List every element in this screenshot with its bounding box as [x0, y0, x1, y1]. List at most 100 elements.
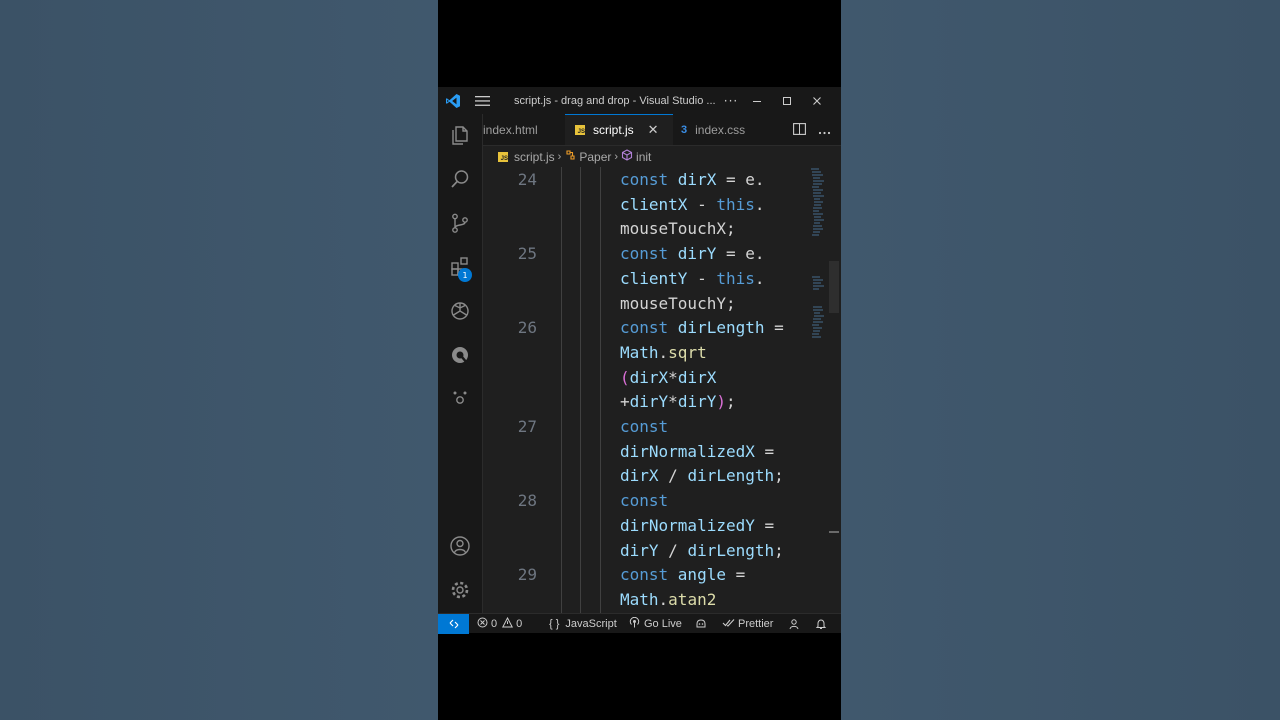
- accounts-icon[interactable]: [448, 534, 472, 558]
- javascript-file-icon: JS: [498, 151, 508, 162]
- tab-index-html[interactable]: index.html: [483, 114, 563, 145]
- tab-index-css[interactable]: 3 index.css: [681, 114, 781, 145]
- code-token: ;: [774, 540, 784, 560]
- code-token: clientY: [620, 268, 688, 288]
- code-token: -: [687, 268, 717, 288]
- code-line: const dirY = e.: [620, 244, 765, 263]
- code-token: ;: [725, 392, 736, 412]
- code-token: = e.: [716, 244, 765, 264]
- source-control-icon[interactable]: [448, 211, 472, 235]
- code-line: const angle =: [620, 565, 745, 584]
- code-token: dirX: [677, 367, 717, 387]
- vscode-window: script.js - drag and drop - Visual Studi…: [438, 87, 841, 634]
- code-editor[interactable]: 24 const dirX = e. clientX - this. mouseTou…: [483, 167, 841, 613]
- prettier-status[interactable]: Prettier: [722, 614, 773, 634]
- code-token: const: [620, 417, 669, 436]
- code-token: dirLength: [677, 318, 765, 338]
- code-line: const dirLength =: [620, 318, 784, 337]
- line-number: 28: [517, 491, 537, 511]
- code-token: =: [754, 441, 775, 461]
- scrollbar-thumb[interactable]: [829, 261, 839, 313]
- code-token: dirLength: [687, 466, 775, 486]
- code-line: clientX - this.: [620, 195, 765, 214]
- remote-indicator-icon[interactable]: [438, 614, 469, 634]
- code-line: mouseTouchX;: [620, 219, 736, 238]
- code-token: /: [658, 466, 688, 486]
- video-frame: script.js - drag and drop - Visual Studi…: [438, 0, 841, 720]
- indent-guide: [580, 167, 581, 613]
- quokka-icon[interactable]: [448, 343, 472, 367]
- window-title: script.js - drag and drop - Visual Studi…: [514, 94, 716, 107]
- indent-guide: [561, 167, 562, 613]
- bot-face-icon[interactable]: [448, 385, 472, 409]
- code-token: *: [668, 367, 678, 387]
- prettier-label: Prettier: [738, 618, 774, 630]
- error-count: 0: [491, 618, 498, 630]
- search-icon[interactable]: [448, 167, 472, 191]
- go-live-label: Go Live: [644, 618, 682, 630]
- code-token: dirNormalizedY: [620, 515, 755, 535]
- code-token: const: [620, 170, 678, 189]
- openai-icon[interactable]: [448, 299, 472, 323]
- code-token: Math: [620, 589, 659, 609]
- close-tab-icon[interactable]: ✕: [648, 122, 659, 138]
- line-number: 26: [517, 318, 537, 338]
- line-number: 29: [517, 565, 537, 585]
- class-icon: [564, 149, 576, 164]
- settings-gear-icon[interactable]: [448, 578, 472, 602]
- title-bar: script.js - drag and drop - Visual Studi…: [438, 87, 841, 114]
- more-editor-actions-icon[interactable]: [818, 120, 831, 139]
- explorer-icon[interactable]: [448, 123, 472, 147]
- background-left: [0, 0, 438, 720]
- line-number: 27: [517, 417, 537, 436]
- breadcrumb-file[interactable]: script.js: [514, 150, 555, 164]
- code-line: +dirY*dirY);: [620, 392, 736, 411]
- method-icon: [621, 149, 633, 164]
- code-line: const: [620, 491, 668, 510]
- code-line: dirX / dirLength;: [620, 466, 784, 485]
- minimize-icon[interactable]: [742, 87, 772, 114]
- code-line: const: [620, 417, 668, 436]
- tab-script-js[interactable]: JS script.js ✕: [565, 114, 673, 145]
- language-mode[interactable]: { } JavaScript: [549, 614, 617, 634]
- tab-label: script.js: [593, 123, 634, 137]
- code-token: angle: [677, 565, 726, 585]
- code-token: ): [716, 392, 726, 412]
- problems-indicator[interactable]: 0 0: [477, 614, 522, 634]
- code-token: =: [764, 318, 784, 338]
- tab-label: index.html: [483, 122, 538, 137]
- maximize-icon[interactable]: [772, 87, 802, 114]
- code-token: dirY: [677, 244, 717, 264]
- editor-actions: [793, 114, 831, 145]
- more-actions-icon[interactable]: ···: [720, 94, 742, 108]
- code-line: dirNormalizedY =: [620, 516, 774, 535]
- code-line: dirY / dirLength;: [620, 541, 784, 560]
- code-token: atan2: [668, 589, 717, 609]
- code-line: clientY - this.: [620, 269, 765, 288]
- code-token: =: [754, 515, 775, 535]
- feedback-icon[interactable]: [788, 614, 800, 634]
- breadcrumb-method[interactable]: init: [636, 150, 651, 164]
- minimap[interactable]: [811, 167, 825, 347]
- notifications-bell-icon[interactable]: [815, 614, 827, 634]
- code-line: Math.sqrt: [620, 343, 707, 362]
- background-right: [841, 0, 1280, 720]
- code-line: dirNormalizedX =: [620, 442, 774, 461]
- indent-guide: [600, 167, 601, 613]
- code-token: Math: [620, 342, 659, 362]
- code-token: dirX: [620, 466, 659, 486]
- tab-bar: index.html JS script.js ✕ 3 index.css: [483, 114, 841, 146]
- error-icon: [477, 617, 488, 631]
- javascript-file-icon: JS: [575, 125, 585, 135]
- code-token: mouseTouchX;: [620, 219, 736, 239]
- close-window-icon[interactable]: [802, 87, 832, 114]
- code-token: sqrt: [668, 342, 707, 362]
- split-editor-icon[interactable]: [793, 120, 806, 139]
- go-live-button[interactable]: Go Live: [629, 614, 682, 634]
- breadcrumb-class[interactable]: Paper: [579, 150, 611, 164]
- language-label: JavaScript: [565, 618, 617, 630]
- copilot-icon[interactable]: [695, 614, 707, 634]
- hamburger-menu-icon[interactable]: [468, 87, 498, 114]
- code-token: *: [668, 392, 678, 412]
- code-token: this: [716, 194, 755, 214]
